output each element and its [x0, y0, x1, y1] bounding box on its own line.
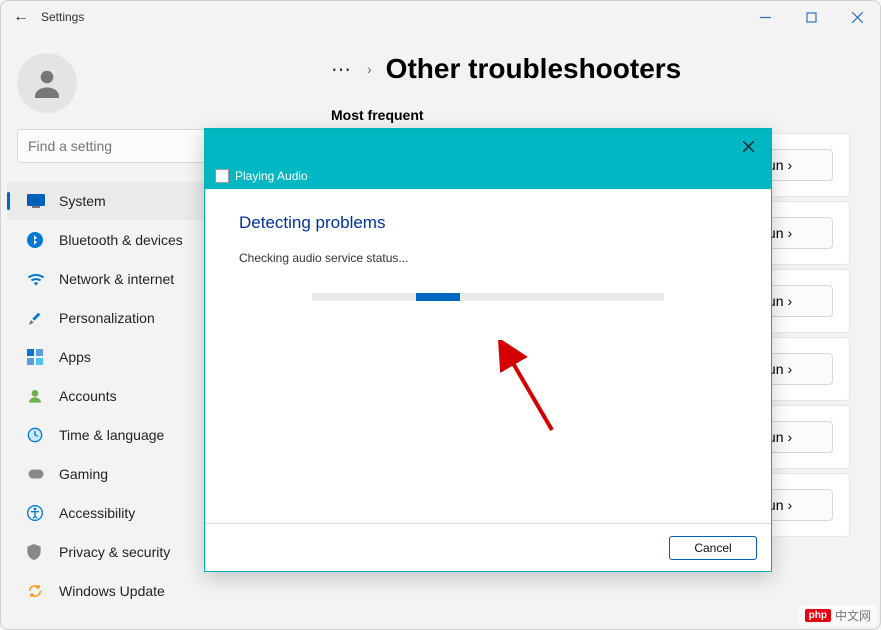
- chevron-right-icon: ›: [788, 361, 793, 377]
- nav-update[interactable]: Windows Update: [7, 572, 305, 610]
- nav-label: Personalization: [59, 310, 155, 326]
- minimize-button[interactable]: [742, 2, 788, 32]
- nav-label: Apps: [59, 349, 91, 365]
- back-button[interactable]: ←: [13, 8, 41, 26]
- dialog-subtitle: Playing Audio: [205, 163, 771, 189]
- account-icon: [27, 388, 59, 404]
- dialog-close-button[interactable]: [731, 131, 765, 161]
- bluetooth-icon: [27, 232, 59, 248]
- dialog-app-title: Playing Audio: [235, 169, 308, 183]
- troubleshooter-dialog: Playing Audio Detecting problems Checkin…: [204, 128, 772, 572]
- dialog-content: Detecting problems Checking audio servic…: [205, 189, 771, 523]
- nav-label: Accessibility: [59, 505, 135, 521]
- brush-icon: [27, 310, 59, 326]
- nav-label: Accounts: [59, 388, 117, 404]
- update-icon: [27, 583, 59, 599]
- nav-label: Time & language: [59, 427, 164, 443]
- maximize-button[interactable]: [788, 2, 834, 32]
- page-title: Other troubleshooters: [386, 53, 682, 85]
- nav-label: Bluetooth & devices: [59, 232, 183, 248]
- dialog-heading: Detecting problems: [239, 213, 737, 233]
- dialog-app-icon: [215, 169, 229, 183]
- progress-bar: [312, 293, 664, 301]
- accessibility-icon: [27, 505, 59, 521]
- dialog-footer: Cancel: [205, 523, 771, 571]
- chevron-right-icon: ›: [788, 157, 793, 173]
- breadcrumb: ⋯ › Other troubleshooters: [331, 53, 850, 85]
- section-label: Most frequent: [331, 107, 850, 123]
- nav-label: Privacy & security: [59, 544, 170, 560]
- chevron-right-icon: ›: [788, 293, 793, 309]
- window-controls: [742, 2, 880, 32]
- titlebar: ← Settings: [1, 1, 880, 33]
- dialog-status: Checking audio service status...: [239, 251, 737, 265]
- nav-label: Gaming: [59, 466, 108, 482]
- nav-label: System: [59, 193, 106, 209]
- dialog-titlebar: [205, 129, 771, 163]
- nav-label: Windows Update: [59, 583, 165, 599]
- cancel-button[interactable]: Cancel: [669, 536, 757, 560]
- close-button[interactable]: [834, 2, 880, 32]
- window-title: Settings: [41, 10, 84, 24]
- breadcrumb-more[interactable]: ⋯: [331, 57, 353, 82]
- watermark: php 中文网: [799, 605, 877, 626]
- nav-label: Network & internet: [59, 271, 174, 287]
- chevron-right-icon: ›: [788, 497, 793, 513]
- chevron-right-icon: ›: [788, 429, 793, 445]
- gamepad-icon: [27, 467, 59, 481]
- watermark-text: 中文网: [835, 607, 871, 624]
- watermark-brand: php: [805, 609, 831, 622]
- system-icon: [27, 194, 59, 208]
- wifi-icon: [27, 272, 59, 286]
- progress-indicator: [416, 293, 460, 301]
- person-icon: [29, 65, 65, 101]
- chevron-right-icon: ›: [788, 225, 793, 241]
- shield-icon: [27, 544, 59, 560]
- chevron-right-icon: ›: [367, 61, 372, 77]
- user-avatar[interactable]: [17, 53, 77, 113]
- clock-icon: [27, 427, 59, 443]
- apps-icon: [27, 349, 59, 365]
